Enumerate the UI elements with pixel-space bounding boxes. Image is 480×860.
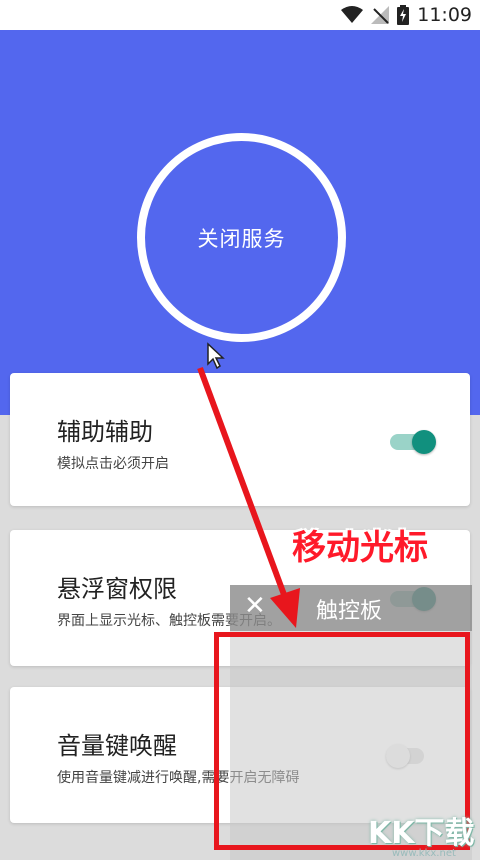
annotation-arrow — [197, 366, 300, 628]
watermark-url: www.kkx.net — [392, 848, 456, 859]
watermark-logo: KK下载 — [368, 816, 475, 851]
mouse-cursor-icon — [207, 342, 225, 370]
annotation-label: 移动光标 — [292, 528, 428, 568]
